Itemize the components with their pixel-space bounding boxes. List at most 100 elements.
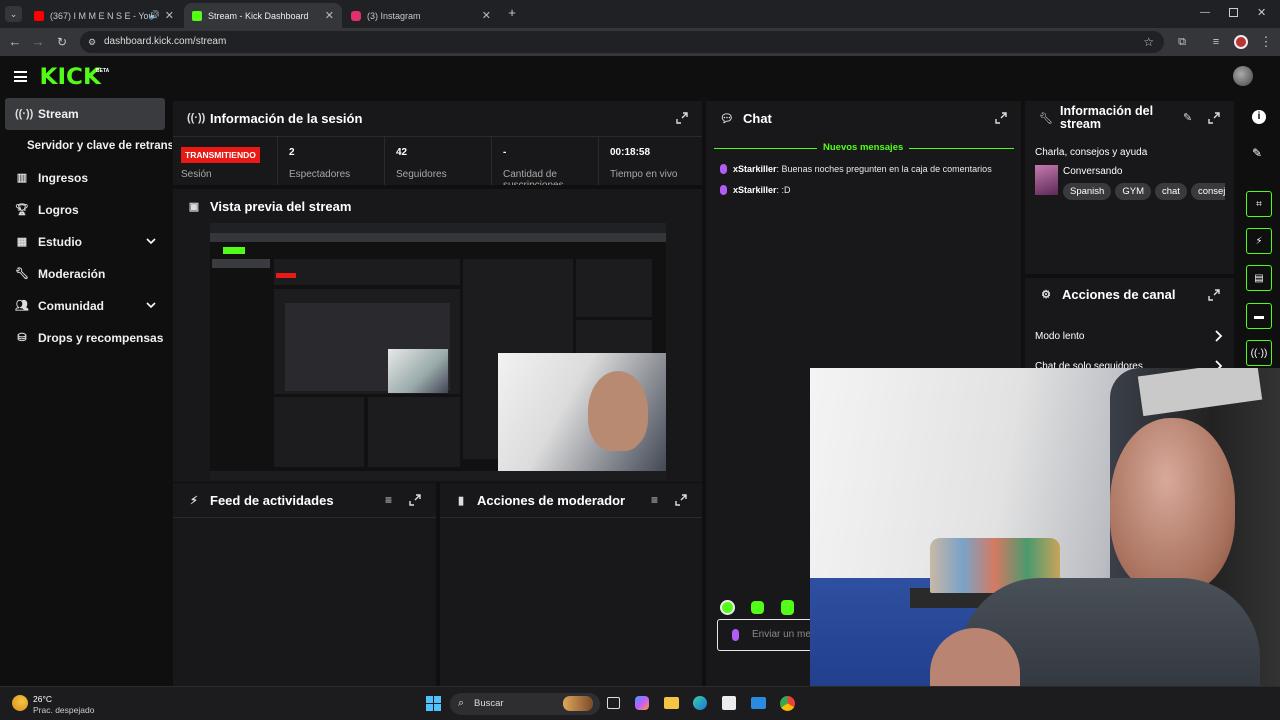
stat-label: Espectadores <box>289 169 351 180</box>
forward-icon[interactable]: → <box>29 33 47 51</box>
subscriptions-stat: - Cantidad de suscripciones <box>491 137 598 185</box>
url-field[interactable]: ⚙ dashboard.kick.com/stream ☆ <box>80 31 1164 53</box>
expand-icon[interactable] <box>1208 112 1220 124</box>
emote-icon[interactable] <box>720 600 735 615</box>
kick-icon <box>192 10 202 21</box>
action-label: Modo lento <box>1035 331 1085 342</box>
windows-start-icon[interactable] <box>426 696 441 711</box>
taskbar-search[interactable]: ⌕ Buscar <box>450 693 600 715</box>
tag[interactable]: consejos <box>1190 183 1225 200</box>
tab-youtube[interactable]: (367) I M M E N S E - You 🔊 ✕ <box>26 3 182 28</box>
sidebar-item-stream[interactable]: ((·)) Stream <box>5 98 165 130</box>
panel-header: ▮ Acciones de moderador <box>440 483 702 517</box>
activity-feed-panel: ⚡︎ Feed de actividades ≡ <box>173 483 436 686</box>
notes-icon[interactable]: ▤ <box>1246 265 1272 291</box>
sidebar-item-drops[interactable]: ⛁ Drops y recompensas <box>5 322 165 354</box>
action-slow-mode[interactable]: Modo lento <box>1025 322 1234 350</box>
edge-icon[interactable] <box>693 696 707 710</box>
user-avatar[interactable] <box>1233 66 1253 86</box>
chevron-right-icon <box>1215 330 1223 342</box>
tab-kick-dashboard[interactable]: Stream - Kick Dashboard ✕ <box>184 3 342 28</box>
beta-badge: BETA <box>96 68 110 74</box>
task-view-icon[interactable] <box>607 697 620 709</box>
kick-logo[interactable]: KICK <box>40 65 101 90</box>
tag[interactable]: chat <box>1154 183 1187 200</box>
stream-icon: ((·)) <box>15 108 34 120</box>
mic-badge-icon <box>720 164 727 174</box>
stat-label: Tiempo en vivo <box>610 169 678 180</box>
stream-preview-video[interactable] <box>210 223 666 480</box>
hamburger-menu-icon[interactable] <box>14 71 27 82</box>
file-explorer-icon[interactable] <box>664 697 679 709</box>
taskbar: 26°C Prac. despejado ⌕ Buscar <box>0 686 1280 720</box>
sidebar-item-community[interactable]: 👥︎ Comunidad <box>5 290 165 322</box>
tab-list-button[interactable]: ⌄ <box>5 6 22 22</box>
close-icon[interactable]: ✕ <box>482 9 491 22</box>
sidebar-item-server-key[interactable]: Servidor y clave de retransmisión <box>17 130 172 162</box>
store-icon[interactable] <box>722 696 736 710</box>
expand-icon[interactable] <box>676 112 688 124</box>
revenue-icon: ▥ <box>16 172 28 184</box>
emote-icon[interactable] <box>751 601 764 614</box>
tag[interactable]: GYM <box>1115 183 1151 200</box>
broadcast-icon[interactable]: ((·)) <box>1246 340 1272 366</box>
search-placeholder: Buscar <box>474 698 504 709</box>
emote-icon[interactable] <box>781 600 794 615</box>
extensions-icon[interactable]: ⧉ <box>1173 33 1191 51</box>
copilot-icon[interactable] <box>635 696 649 710</box>
panel-header: ((·)) Información de la sesión <box>173 101 702 135</box>
browser-toolbar: ← → ↻ ⚙ dashboard.kick.com/stream ☆ ⧉ ≡ … <box>0 28 1280 56</box>
webcam-overlay <box>810 368 1280 720</box>
edit-pencil-icon[interactable]: ✎ <box>1183 111 1192 124</box>
sidebar-item-achievements[interactable]: 🏆︎ Logros <box>5 194 165 226</box>
bolt-icon[interactable]: ⚡︎ <box>1246 228 1272 254</box>
back-icon[interactable]: ← <box>6 33 24 51</box>
sidebar-item-studio[interactable]: ▦ Estudio <box>5 226 165 258</box>
restore-icon[interactable] <box>1229 8 1238 17</box>
reload-icon[interactable]: ↻ <box>53 33 71 51</box>
expand-icon[interactable] <box>995 112 1007 124</box>
status-stat: TRANSMITIENDO Sesión <box>173 137 277 185</box>
weather-icon[interactable] <box>12 695 28 711</box>
expand-icon[interactable] <box>675 494 687 506</box>
new-messages-divider[interactable]: Nuevos mensajes <box>817 142 910 153</box>
tab-instagram[interactable]: (3) Instagram ✕ <box>343 3 499 28</box>
profile-avatar[interactable] <box>1234 35 1248 49</box>
tag[interactable]: Spanish <box>1063 183 1112 200</box>
expand-icon[interactable] <box>409 494 421 506</box>
edit-pencil-icon[interactable]: ✎ <box>1252 146 1262 160</box>
panel-title: Información de la sesión <box>210 110 363 126</box>
category-name[interactable]: Conversando <box>1063 166 1122 177</box>
chat-username[interactable]: xStarkiller <box>733 185 777 195</box>
live-time-stat: 00:18:58 Tiempo en vivo <box>598 137 702 185</box>
live-badge: TRANSMITIENDO <box>181 147 260 163</box>
expand-icon[interactable] <box>1208 289 1220 301</box>
drops-icon: ⛁ <box>17 332 27 344</box>
stream-preview-panel: ▣ Vista previa del stream <box>173 189 702 482</box>
sidebar-item-moderation[interactable]: 🔧︎ Moderación <box>5 258 165 290</box>
search-icon: ⌕ <box>458 697 465 709</box>
browser-menu-icon[interactable]: ⋮ <box>1257 33 1275 51</box>
browser-tab-bar: ⌄ (367) I M M E N S E - You 🔊 ✕ Stream -… <box>0 0 1280 28</box>
filter-icon[interactable]: ≡ <box>385 493 392 507</box>
chrome-icon[interactable] <box>780 696 795 711</box>
chat-icon[interactable]: ▬ <box>1246 303 1272 329</box>
clip-icon[interactable]: ⌗ <box>1246 191 1272 217</box>
panel-title: Información del stream <box>1060 104 1154 131</box>
close-icon[interactable]: ✕ <box>165 9 174 22</box>
window-close-icon[interactable]: ✕ <box>1257 6 1269 19</box>
reading-list-icon[interactable]: ≡ <box>1207 33 1225 51</box>
bookmark-star-icon[interactable]: ☆ <box>1143 31 1154 53</box>
sidebar-item-revenue[interactable]: ▥ Ingresos <box>5 162 165 194</box>
close-icon[interactable]: ✕ <box>325 9 334 22</box>
info-icon[interactable]: i <box>1252 110 1266 124</box>
minimize-icon[interactable]: — <box>1200 7 1210 19</box>
new-tab-button[interactable]: + <box>505 5 519 21</box>
filter-icon[interactable]: ≡ <box>651 493 658 507</box>
mail-icon[interactable] <box>751 697 766 709</box>
weather-desc: Prac. despejado <box>33 705 95 715</box>
site-info-icon[interactable]: ⚙ <box>88 31 96 53</box>
sidebar-item-label: Logros <box>38 203 79 217</box>
chat-username[interactable]: xStarkiller <box>733 164 777 174</box>
streamer-head <box>1110 418 1235 593</box>
